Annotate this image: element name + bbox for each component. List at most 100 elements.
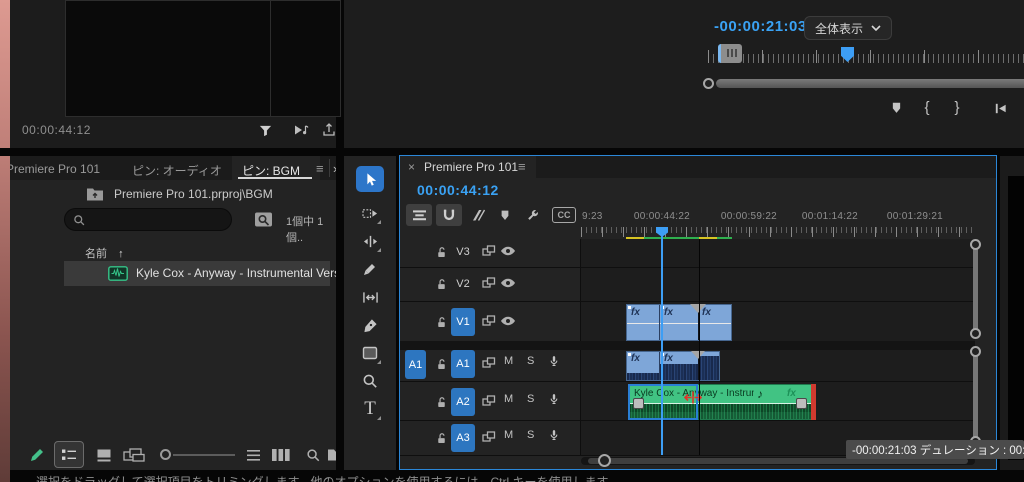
sync-lock-icon[interactable] [481,356,497,370]
track-select-forward-tool[interactable] [358,201,382,225]
selection-tool[interactable] [356,166,384,192]
track-target-a1[interactable]: A1 [451,350,475,378]
scrollbar-handle[interactable] [970,328,981,339]
voiceover-mic-icon[interactable] [546,426,562,444]
scrollbar-handle[interactable] [970,346,981,357]
fade-handle[interactable] [796,398,807,409]
snap-magnet-button[interactable] [436,204,462,226]
play-audio-icon[interactable] [290,119,312,141]
timeline-panel-menu-icon[interactable]: ≡ [518,159,526,174]
toggle-track-output-eye-icon[interactable] [499,243,517,259]
search-box[interactable] [64,208,232,231]
close-tab-icon[interactable]: × [408,160,415,174]
video-tracks-scrollbar[interactable] [973,242,978,336]
voiceover-mic-icon[interactable] [546,352,562,370]
playhead-line[interactable] [661,236,663,455]
clip-end-trim-bracket[interactable] [811,384,816,420]
fit-dropdown[interactable]: 全体表示 [804,16,893,40]
timeline-timecode[interactable]: 00:00:44:12 [417,182,499,198]
audio-tracks-scrollbar[interactable] [973,350,978,442]
zoom-tool[interactable] [358,369,382,393]
mute-button[interactable]: M [504,429,513,441]
nest-toggle-button[interactable] [406,204,432,226]
track-lock-icon[interactable] [433,244,449,260]
track-target-v2[interactable]: V2 [451,274,475,294]
linked-selection-icon[interactable] [468,205,490,225]
video-audio-divider[interactable] [400,341,975,350]
track-target-a3[interactable]: A3 [451,424,475,452]
premiere-pro-window: 00:00:44:12 -00:00:21:03 全体表示 フル画質 00:00 [0,0,1024,482]
sync-lock-icon[interactable] [481,430,497,444]
icon-view-button[interactable] [92,444,116,466]
slip-tool[interactable] [358,285,382,309]
voiceover-mic-icon[interactable] [546,390,562,408]
timeline-h-scrollbar-handle[interactable] [598,454,611,467]
program-zoom-scrollbar[interactable] [716,79,1024,88]
video-preview [65,0,341,117]
solo-button[interactable]: S [527,429,534,441]
add-marker-icon[interactable] [886,98,906,118]
timeline-settings-wrench-icon[interactable] [522,205,542,225]
toggle-track-output-eye-icon[interactable] [499,313,517,329]
timeline-panel: × Premiere Pro 101 ≡ 00:00:44:12 CC 9:23… [399,155,997,470]
type-tool[interactable]: T [358,397,382,421]
go-to-in-icon[interactable] [990,98,1010,118]
mute-button[interactable]: M [504,355,513,367]
freeform-view-button[interactable] [120,444,148,466]
mark-in-icon[interactable]: { [918,96,936,118]
transition-marker[interactable] [690,304,706,313]
list-view-button[interactable] [54,441,84,468]
new-bin-folder-icon[interactable] [324,444,336,466]
search-bin-icon[interactable] [250,208,276,231]
sort-icon[interactable] [242,444,264,466]
scrollbar-handle[interactable] [970,239,981,250]
toggle-track-output-eye-icon[interactable] [499,275,517,291]
search-input[interactable] [91,210,225,231]
thumbnail-zoom-slider[interactable] [173,454,235,456]
find-icon[interactable] [302,444,324,466]
trim-grip[interactable] [718,44,742,63]
mark-out-icon[interactable]: } [948,96,966,118]
export-icon[interactable] [318,119,340,141]
navigate-up-folder-icon[interactable] [84,184,106,202]
edit-pencil-icon[interactable] [26,444,48,466]
captions-cc-icon[interactable]: CC [552,207,576,223]
filmstrip-icon[interactable] [268,444,294,466]
track-lock-icon[interactable] [433,314,449,330]
transition-marker[interactable] [691,351,705,359]
name-column-header[interactable]: 名前 ↑ [85,245,124,261]
sync-lock-icon[interactable] [481,394,497,408]
filter-icon[interactable] [254,119,276,141]
track-target-a2[interactable]: A2 [451,388,475,416]
mute-button[interactable]: M [504,393,513,405]
timeline-add-marker-icon[interactable] [496,206,514,224]
sync-lock-icon[interactable] [481,314,497,328]
ripple-edit-tool[interactable] [358,229,382,253]
timeline-tab-label[interactable]: Premiere Pro 101 [424,160,518,174]
video-clip-group[interactable]: fx fx fx [626,304,732,341]
track-lock-icon[interactable] [433,276,449,292]
track-lock-icon[interactable] [433,356,449,372]
solo-button[interactable]: S [527,393,534,405]
list-item[interactable]: Kyle Cox - Anyway - Instrumental Version… [64,261,336,286]
track-lock-icon[interactable] [433,394,449,410]
source-patch-a1[interactable]: A1 [405,350,426,379]
audio-clip-group-a1[interactable]: fx fx [626,351,720,381]
track-target-v1[interactable]: V1 [451,308,475,336]
tab-overflow-icon[interactable]: » [333,161,336,176]
pen-tool[interactable] [358,313,382,337]
sync-lock-icon[interactable] [481,276,497,290]
breadcrumb[interactable]: Premiere Pro 101.prproj\BGM [114,187,273,201]
program-scrollbar-handle[interactable] [703,78,714,89]
tab-bin-audio[interactable]: ピン: オーディオ [132,162,222,179]
track-target-v3[interactable]: V3 [451,242,475,262]
trim-tooltip: -00:00:21:03 デュレーション : 00:0 [846,440,1024,459]
panel-menu-icon[interactable]: ≡ [316,161,324,176]
solo-button[interactable]: S [527,355,534,367]
thumbnail-zoom-handle[interactable] [160,449,171,460]
track-lock-icon[interactable] [433,430,449,446]
razor-tool[interactable] [358,257,382,281]
tab-project[interactable]: Premiere Pro 101 [10,162,100,176]
sync-lock-icon[interactable] [481,244,497,258]
rectangle-tool[interactable] [358,341,382,365]
